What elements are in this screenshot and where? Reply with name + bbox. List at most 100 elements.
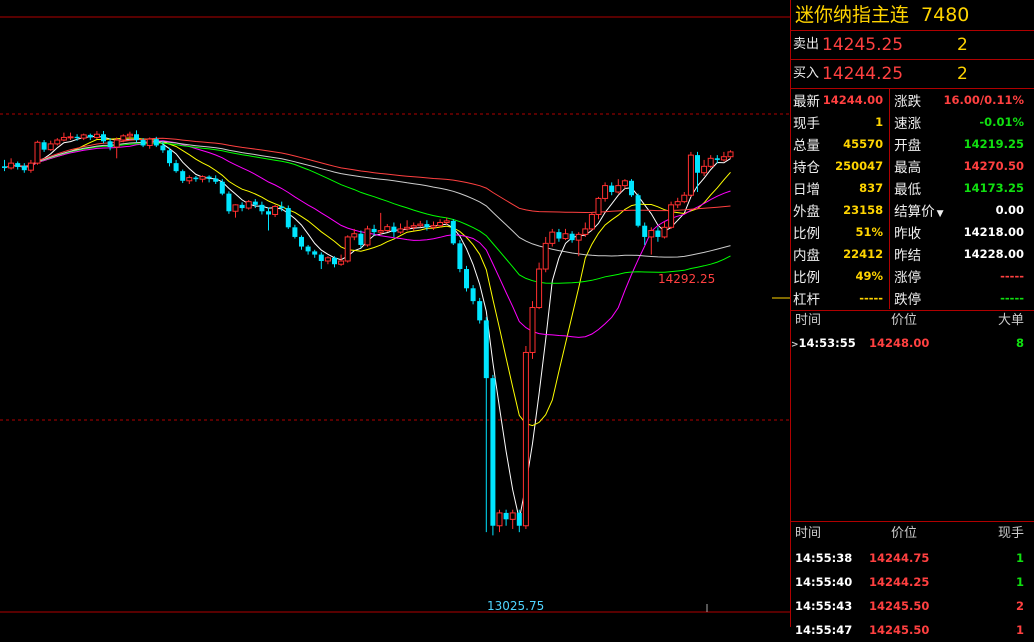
candle-body: [318, 254, 324, 262]
candle-body: [615, 185, 622, 193]
candle-body: [285, 208, 291, 228]
candle-body: [371, 228, 377, 233]
candle-body: [74, 136, 80, 139]
candle-body: [529, 307, 536, 353]
sell-row[interactable]: 卖出 14245.25 2: [791, 31, 1034, 59]
candle-body: [701, 165, 708, 174]
candle-body: [588, 213, 595, 230]
candle-body: [305, 246, 311, 252]
candle-body: [173, 163, 179, 172]
tick-price: 14245.50: [869, 599, 930, 613]
candle-body: [279, 206, 285, 209]
candle-body: [239, 204, 245, 209]
candle-body: [668, 204, 675, 228]
candle-body: [457, 243, 463, 270]
quote-label: 现手: [793, 116, 820, 132]
ma-line-ma5: [4, 135, 731, 520]
candle-body: [391, 226, 397, 233]
quote-value: 14218.00: [963, 225, 1024, 239]
table-row[interactable]: 14:55:43 14245.50 2: [791, 594, 1034, 618]
candle-body: [681, 194, 688, 203]
tick-price: 14245.50: [869, 623, 930, 637]
candle-body: [648, 230, 655, 238]
tick-list[interactable]: 时间 价位 现手 14:55:38 14244.75 1 14:55:40 14244.…: [791, 522, 1034, 642]
big-order-list[interactable]: 时间 价位 大单 >14:53:55 14248.00 8: [791, 311, 1034, 521]
quote-label: 比例: [793, 226, 820, 242]
candle-body: [404, 226, 411, 230]
candle-body: [410, 225, 417, 228]
quote-row: 外盘 23158 结算价 ▼ 0.00: [791, 199, 1034, 221]
candle-body: [34, 141, 41, 164]
candle-body: [344, 236, 351, 262]
candle-body: [384, 226, 391, 232]
table-row[interactable]: 14:55:47 14245.50 1: [791, 618, 1034, 642]
candle-body: [140, 140, 146, 146]
candle-body: [536, 268, 543, 309]
candle-body: [167, 150, 172, 164]
candle-body: [377, 230, 384, 233]
big-order-time: 14:53:55: [798, 336, 856, 350]
table-row[interactable]: 14:55:38 14244.75 1: [791, 546, 1034, 570]
kline-chart[interactable]: 14292.25 13025.75: [0, 0, 790, 627]
buy-label: 买入: [793, 66, 820, 81]
quote-label: 杠杆: [793, 292, 820, 308]
candle-body: [635, 195, 641, 226]
sell-label: 卖出: [793, 37, 820, 52]
sell-price: 14245.25: [822, 35, 904, 55]
buy-row[interactable]: 买入 14244.25 2: [791, 60, 1034, 88]
candle-body: [80, 134, 87, 139]
list-item[interactable]: >14:53:55 14248.00 8: [791, 331, 1034, 355]
ma-line-ma120: [4, 137, 731, 214]
quote-value: 45570: [843, 137, 884, 151]
candle-body: [490, 378, 496, 526]
candle-body: [8, 162, 15, 169]
tick-time: 14:55:38: [795, 551, 853, 565]
candles: [2, 130, 734, 536]
candle-body: [661, 226, 668, 238]
candle-body: [503, 512, 509, 520]
quote-label: 总量: [793, 138, 820, 154]
candle-body: [120, 135, 127, 141]
candle-body: [60, 136, 67, 141]
instrument-code: 7480: [921, 4, 970, 26]
quote-value: 16.00/0.11%: [943, 93, 1024, 107]
candle-body: [714, 158, 720, 160]
quote-row: 比例 49% 涨停 -----: [791, 265, 1034, 287]
quote-row: 总量 45570 开盘 14219.25: [791, 133, 1034, 155]
candle-body: [575, 233, 582, 241]
quote-value: 22412: [843, 247, 884, 261]
tick-volume: 1: [1015, 623, 1024, 637]
buy-volume: 2: [957, 64, 968, 84]
candle-body: [695, 155, 700, 173]
quote-label: 最高: [894, 160, 922, 176]
sell-volume: 2: [957, 35, 968, 55]
candle-body: [562, 233, 569, 240]
tick-volume: 2: [1015, 599, 1024, 613]
candle-body: [629, 180, 634, 196]
candle-body: [67, 136, 74, 139]
tick-time: 14:55:43: [795, 599, 853, 613]
candle-body: [430, 225, 437, 228]
candle-body: [41, 142, 47, 150]
quote-value: 14219.25: [963, 137, 1024, 151]
quote-label: 跌停: [894, 292, 922, 308]
table-row[interactable]: 14:55:40 14244.25 1: [791, 570, 1034, 594]
candle-body: [549, 231, 556, 244]
candle-body: [542, 242, 549, 270]
candle-body: [655, 230, 661, 237]
candle-body: [213, 178, 219, 182]
candle-body: [351, 233, 358, 238]
candle-body: [443, 220, 450, 224]
candle-body: [245, 201, 252, 209]
chevron-down-icon[interactable]: ▼: [937, 209, 944, 219]
candle-body: [15, 163, 21, 167]
header-time: 时间: [795, 526, 822, 541]
high-price-label: 14292.25: [658, 272, 715, 286]
candle-body: [54, 139, 61, 145]
quote-panel: 迷你纳指主连 7480 卖出 14245.25 2 买入 14244.25 2 最…: [790, 0, 1034, 637]
quote-value: 1: [875, 115, 884, 129]
candle-body: [87, 134, 93, 138]
quote-label: 外盘: [793, 204, 820, 220]
candle-body: [47, 143, 54, 151]
quote-value: 837: [859, 181, 884, 195]
